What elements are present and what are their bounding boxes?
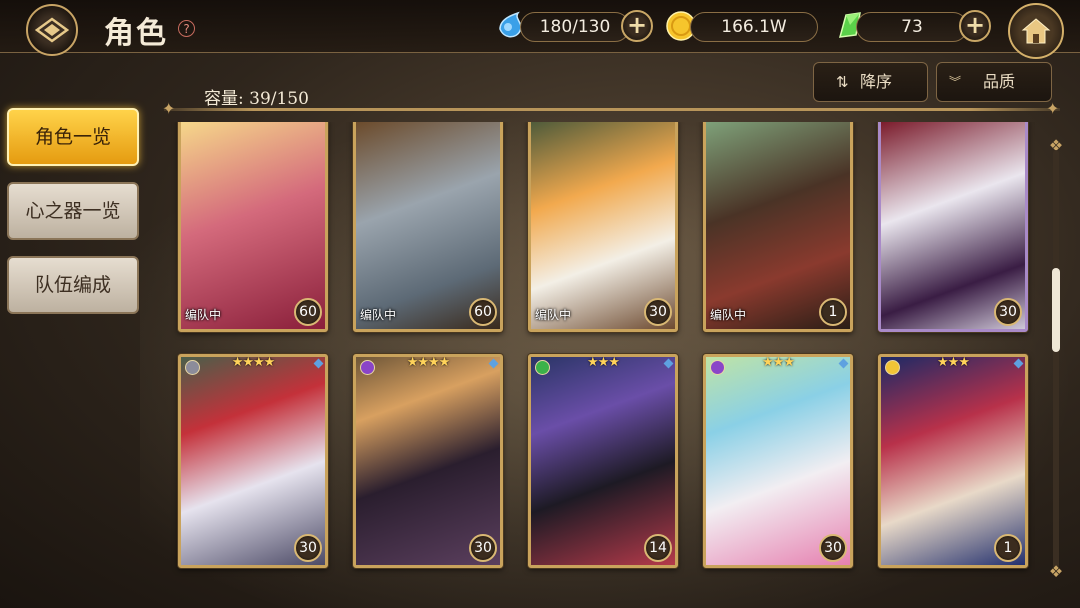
element-icon (885, 360, 900, 375)
character-card[interactable]: 编队中 60 (353, 122, 503, 332)
character-card[interactable]: ★★★★ 30 (353, 354, 503, 568)
sort-arrows-icon: ⇅ (836, 73, 849, 91)
level-badge: 30 (644, 298, 672, 326)
gold-value: 166.1W (690, 12, 818, 42)
level-badge: 30 (469, 534, 497, 562)
character-card[interactable]: 编队中 1 (703, 122, 853, 332)
capacity-text: 容量: 39/150 (204, 89, 309, 109)
sort-quality-button[interactable]: ︾ 品质 (936, 62, 1052, 102)
add-stamina-button[interactable]: + (621, 10, 653, 42)
divider-ornament-right: ✦ (1046, 99, 1060, 118)
element-icon (360, 360, 375, 375)
tab-character-list[interactable]: 角色一览 (7, 108, 139, 166)
rarity-stars: ★★★★ (231, 355, 276, 370)
gem-value: 73 (856, 12, 968, 42)
scrollbar-track[interactable] (1053, 150, 1059, 568)
stamina-value: 180/130 (520, 12, 630, 42)
element-icon (185, 360, 200, 375)
in-party-label: 编队中 (710, 308, 747, 322)
divider-ornament-left: ✦ (162, 99, 176, 118)
level-badge: 30 (294, 534, 322, 562)
in-party-label: 编队中 (185, 308, 222, 322)
sort-order-button[interactable]: ⇅ 降序 (813, 62, 928, 102)
level-badge: 60 (294, 298, 322, 326)
level-badge: 14 (644, 534, 672, 562)
in-party-label: 编队中 (360, 308, 397, 322)
level-badge: 60 (469, 298, 497, 326)
home-button[interactable] (1008, 3, 1064, 59)
character-card[interactable]: ★★★ 30 (703, 354, 853, 568)
page-title: 角色 (104, 16, 168, 51)
character-grid[interactable]: 编队中 60 编队中 60 编队中 30 编队中 1 30 ★★★★ 30 ★★… (170, 122, 1040, 598)
level-badge: 1 (819, 298, 847, 326)
tab-team-formation[interactable]: 队伍编成 (7, 256, 139, 314)
character-card[interactable]: 编队中 60 (178, 122, 328, 332)
in-party-label: 编队中 (535, 308, 572, 322)
sort-order-label: 降序 (860, 72, 893, 91)
chevron-down-icon: ︾ (949, 75, 962, 89)
back-button[interactable] (26, 4, 78, 56)
rarity-stars: ★★★ (587, 355, 620, 370)
level-badge: 30 (994, 298, 1022, 326)
add-gem-button[interactable]: + (959, 10, 991, 42)
character-card[interactable]: ★★★★ 30 (178, 354, 328, 568)
home-icon (1021, 18, 1051, 44)
character-card[interactable]: 30 (878, 122, 1028, 332)
character-card[interactable]: 编队中 30 (528, 122, 678, 332)
rarity-stars: ★★★ (937, 355, 970, 370)
element-icon (535, 360, 550, 375)
character-card[interactable]: ★★★ 1 (878, 354, 1028, 568)
character-card[interactable]: ★★★ 14 (528, 354, 678, 568)
divider-line (164, 108, 1060, 111)
sort-quality-label: 品质 (983, 72, 1016, 91)
tab-heart-vessel-list[interactable]: 心之器一览 (7, 182, 139, 240)
level-badge: 30 (819, 534, 847, 562)
scroll-down-ornament-icon: ❖ (1048, 562, 1064, 581)
rarity-stars: ★★★ (762, 355, 795, 370)
element-icon (710, 360, 725, 375)
scrollbar-thumb[interactable] (1052, 268, 1060, 352)
rarity-stars: ★★★★ (406, 355, 451, 370)
level-badge: 1 (994, 534, 1022, 562)
help-icon[interactable]: ? (178, 20, 195, 37)
diamond-back-icon (35, 17, 69, 43)
